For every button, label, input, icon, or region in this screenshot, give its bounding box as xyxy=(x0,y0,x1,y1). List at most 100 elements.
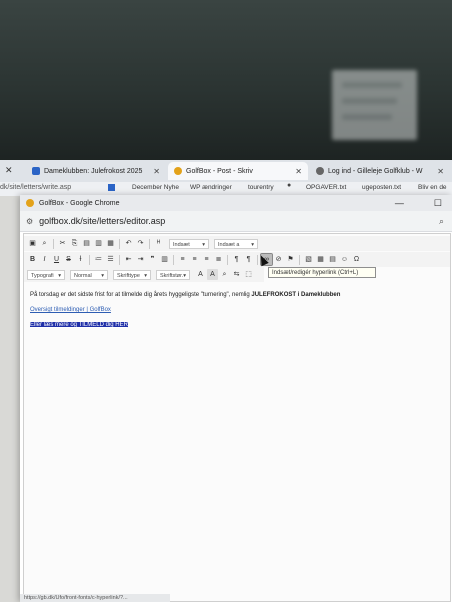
paragraph-bold-text: JULEFROKOST i Dameklubben xyxy=(251,292,341,298)
background-url: dk/site/letters/write.asp xyxy=(0,184,72,191)
replace-icon[interactable]: ⇆ xyxy=(231,269,242,280)
bold-icon[interactable]: B xyxy=(27,254,38,265)
status-bar: https://gb.dk/Ufo/front-fonts/c-hyperlin… xyxy=(20,594,170,602)
special-icon[interactable]: ᴴ xyxy=(153,238,164,249)
align-center-icon[interactable]: ≡ xyxy=(189,254,200,265)
separator xyxy=(119,254,120,265)
paste-icon[interactable]: ▤ xyxy=(81,238,92,249)
hyperlink-tooltip: Indsæt/redigér hyperlink (Ctrl+L) xyxy=(268,267,376,278)
outdent-icon[interactable]: ⇤ xyxy=(123,254,134,265)
hr-icon[interactable]: ▤ xyxy=(327,254,338,265)
unlink-icon[interactable]: ⊘ xyxy=(273,254,284,265)
paragraph-text: På torsdag er det sidste frist for at ti… xyxy=(30,292,252,298)
bullet-list-icon[interactable]: ☰ xyxy=(105,254,116,265)
bookmark-item[interactable]: OPGAVER.txt xyxy=(306,184,346,191)
copy-icon[interactable]: ⎘ xyxy=(69,238,80,249)
align-right-icon[interactable]: ≡ xyxy=(201,254,212,265)
url-text: golfbox.dk/site/letters/editor.asp xyxy=(39,216,166,226)
strike-icon[interactable]: S xyxy=(63,254,74,265)
separator xyxy=(227,254,228,265)
maximize-icon[interactable]: ☐ xyxy=(434,198,442,209)
site-settings-icon[interactable]: ⚙ xyxy=(26,217,33,226)
separator xyxy=(53,238,54,249)
italic-icon[interactable]: I xyxy=(39,254,50,265)
close-icon[interactable]: ✕ xyxy=(5,165,13,176)
separator xyxy=(299,254,300,265)
popup-titlebar: GolfBox - Google Chrome — ☐ xyxy=(20,195,452,211)
font-combo[interactable]: Skrifttype ▾ xyxy=(113,269,151,280)
toolbar-row-3: Typografi ▾ Normal ▾ Skrifttype ▾ Skriftstø… xyxy=(24,267,264,282)
globe-icon xyxy=(174,167,182,175)
selected-signup-link[interactable]: Eller læs mere og TILMELD dig HER xyxy=(30,322,128,328)
blurred-window xyxy=(332,70,417,140)
size-combo[interactable]: Skriftstør. ▾ xyxy=(156,269,190,280)
preview-icon[interactable]: ⌕ xyxy=(39,238,50,249)
blockquote-icon[interactable]: ❞ xyxy=(147,254,158,265)
justify-icon[interactable]: ≣ xyxy=(213,254,224,265)
anchor-icon[interactable]: ⚑ xyxy=(285,254,296,265)
selected-link-text: Eller læs mere og TILMELD dig HER xyxy=(30,322,128,328)
align-left-icon[interactable]: ≡ xyxy=(177,254,188,265)
toolbar-row-2: B I U S Ɨ ≔ ☰ ⇤ ⇥ ❞ ▥ ≡ ≡ ≡ ≣ ¶ ¶ ∞ ⊘ ⚑ … xyxy=(24,252,450,267)
tab-label: GolfBox - Post - Skriv xyxy=(186,167,253,175)
window-title: GolfBox - Google Chrome xyxy=(39,199,120,207)
paste-word-icon[interactable]: ▦ xyxy=(105,238,116,249)
find-icon[interactable]: ⌕ xyxy=(219,269,230,280)
combo-label: Indsæt xyxy=(173,241,190,248)
blur-line xyxy=(342,98,397,104)
insert-combo[interactable]: Indsæt ▾ xyxy=(169,238,209,249)
chevron-down-icon: ▾ xyxy=(183,272,186,279)
close-icon[interactable]: ✕ xyxy=(153,167,160,176)
bookmark-item[interactable]: WP ændringer xyxy=(190,184,232,191)
select-all-icon[interactable]: ⬚ xyxy=(243,269,254,280)
bookmark-icon xyxy=(108,184,115,191)
save-icon[interactable]: ▣ xyxy=(27,238,38,249)
rtl-icon[interactable]: ¶ xyxy=(243,254,254,265)
undo-icon[interactable]: ↶ xyxy=(123,238,134,249)
editor-area[interactable] xyxy=(23,233,451,602)
omega-icon[interactable]: Ω xyxy=(351,254,362,265)
clear-format-icon[interactable]: Ɨ xyxy=(75,254,86,265)
globe-icon xyxy=(26,199,34,207)
chevron-down-icon: ▾ xyxy=(101,272,104,279)
tab-golfbox-post[interactable]: GolfBox - Post - Skriv ✕ xyxy=(168,162,308,180)
insert-a-combo[interactable]: Indsæt a ▾ xyxy=(214,238,258,249)
cut-icon[interactable]: ✂ xyxy=(57,238,68,249)
smiley-icon[interactable]: ☺ xyxy=(339,254,350,265)
style-combo[interactable]: Typografi ▾ xyxy=(27,269,65,280)
signup-overview-link[interactable]: Oversigt tilmeldinger | GolfBox xyxy=(30,307,111,313)
format-combo[interactable]: Normal ▾ xyxy=(70,269,108,280)
zoom-icon[interactable]: ⌕ xyxy=(439,216,444,227)
minimize-icon[interactable]: — xyxy=(395,198,404,208)
separator xyxy=(89,254,90,265)
underline-icon[interactable]: U xyxy=(51,254,62,265)
bookmark-item[interactable]: tourentry xyxy=(248,184,274,191)
bookmark-item[interactable]: Bliv en de xyxy=(418,184,447,191)
tab-dameklubben[interactable]: Dameklubben: Julefrokost 2025 ✕ xyxy=(26,162,166,180)
tab-log-ind[interactable]: Log ind - Gilleleje Golfklub - W ✕ xyxy=(310,162,450,180)
combo-label: Typografi xyxy=(31,272,54,279)
bookmark-item[interactable]: ugeposten.txt xyxy=(362,184,401,191)
bg-color-icon[interactable]: A xyxy=(207,269,218,280)
image-icon[interactable]: ▧ xyxy=(303,254,314,265)
tab-label: Log ind - Gilleleje Golfklub - W xyxy=(328,167,423,175)
text-color-icon[interactable]: A xyxy=(195,269,206,280)
chevron-down-icon: ▾ xyxy=(251,241,254,248)
close-icon[interactable]: ✕ xyxy=(295,167,302,176)
blur-line xyxy=(342,82,402,88)
chevron-down-icon: ▾ xyxy=(58,272,61,279)
close-icon[interactable]: ✕ xyxy=(437,167,444,176)
bookmark-dot-icon: ● xyxy=(287,182,292,189)
redo-icon[interactable]: ↷ xyxy=(135,238,146,249)
numbered-list-icon[interactable]: ≔ xyxy=(93,254,104,265)
blur-line xyxy=(342,114,392,120)
bookmark-item[interactable]: December Nyhe xyxy=(132,184,179,191)
div-icon[interactable]: ▥ xyxy=(159,254,170,265)
paste-text-icon[interactable]: ▥ xyxy=(93,238,104,249)
table-icon[interactable]: ▦ xyxy=(315,254,326,265)
ltr-icon[interactable]: ¶ xyxy=(231,254,242,265)
separator xyxy=(173,254,174,265)
indent-icon[interactable]: ⇥ xyxy=(135,254,146,265)
combo-label: Skrifttype xyxy=(117,272,140,279)
address-bar[interactable]: ⚙ golfbox.dk/site/letters/editor.asp ⌕ xyxy=(20,211,452,232)
